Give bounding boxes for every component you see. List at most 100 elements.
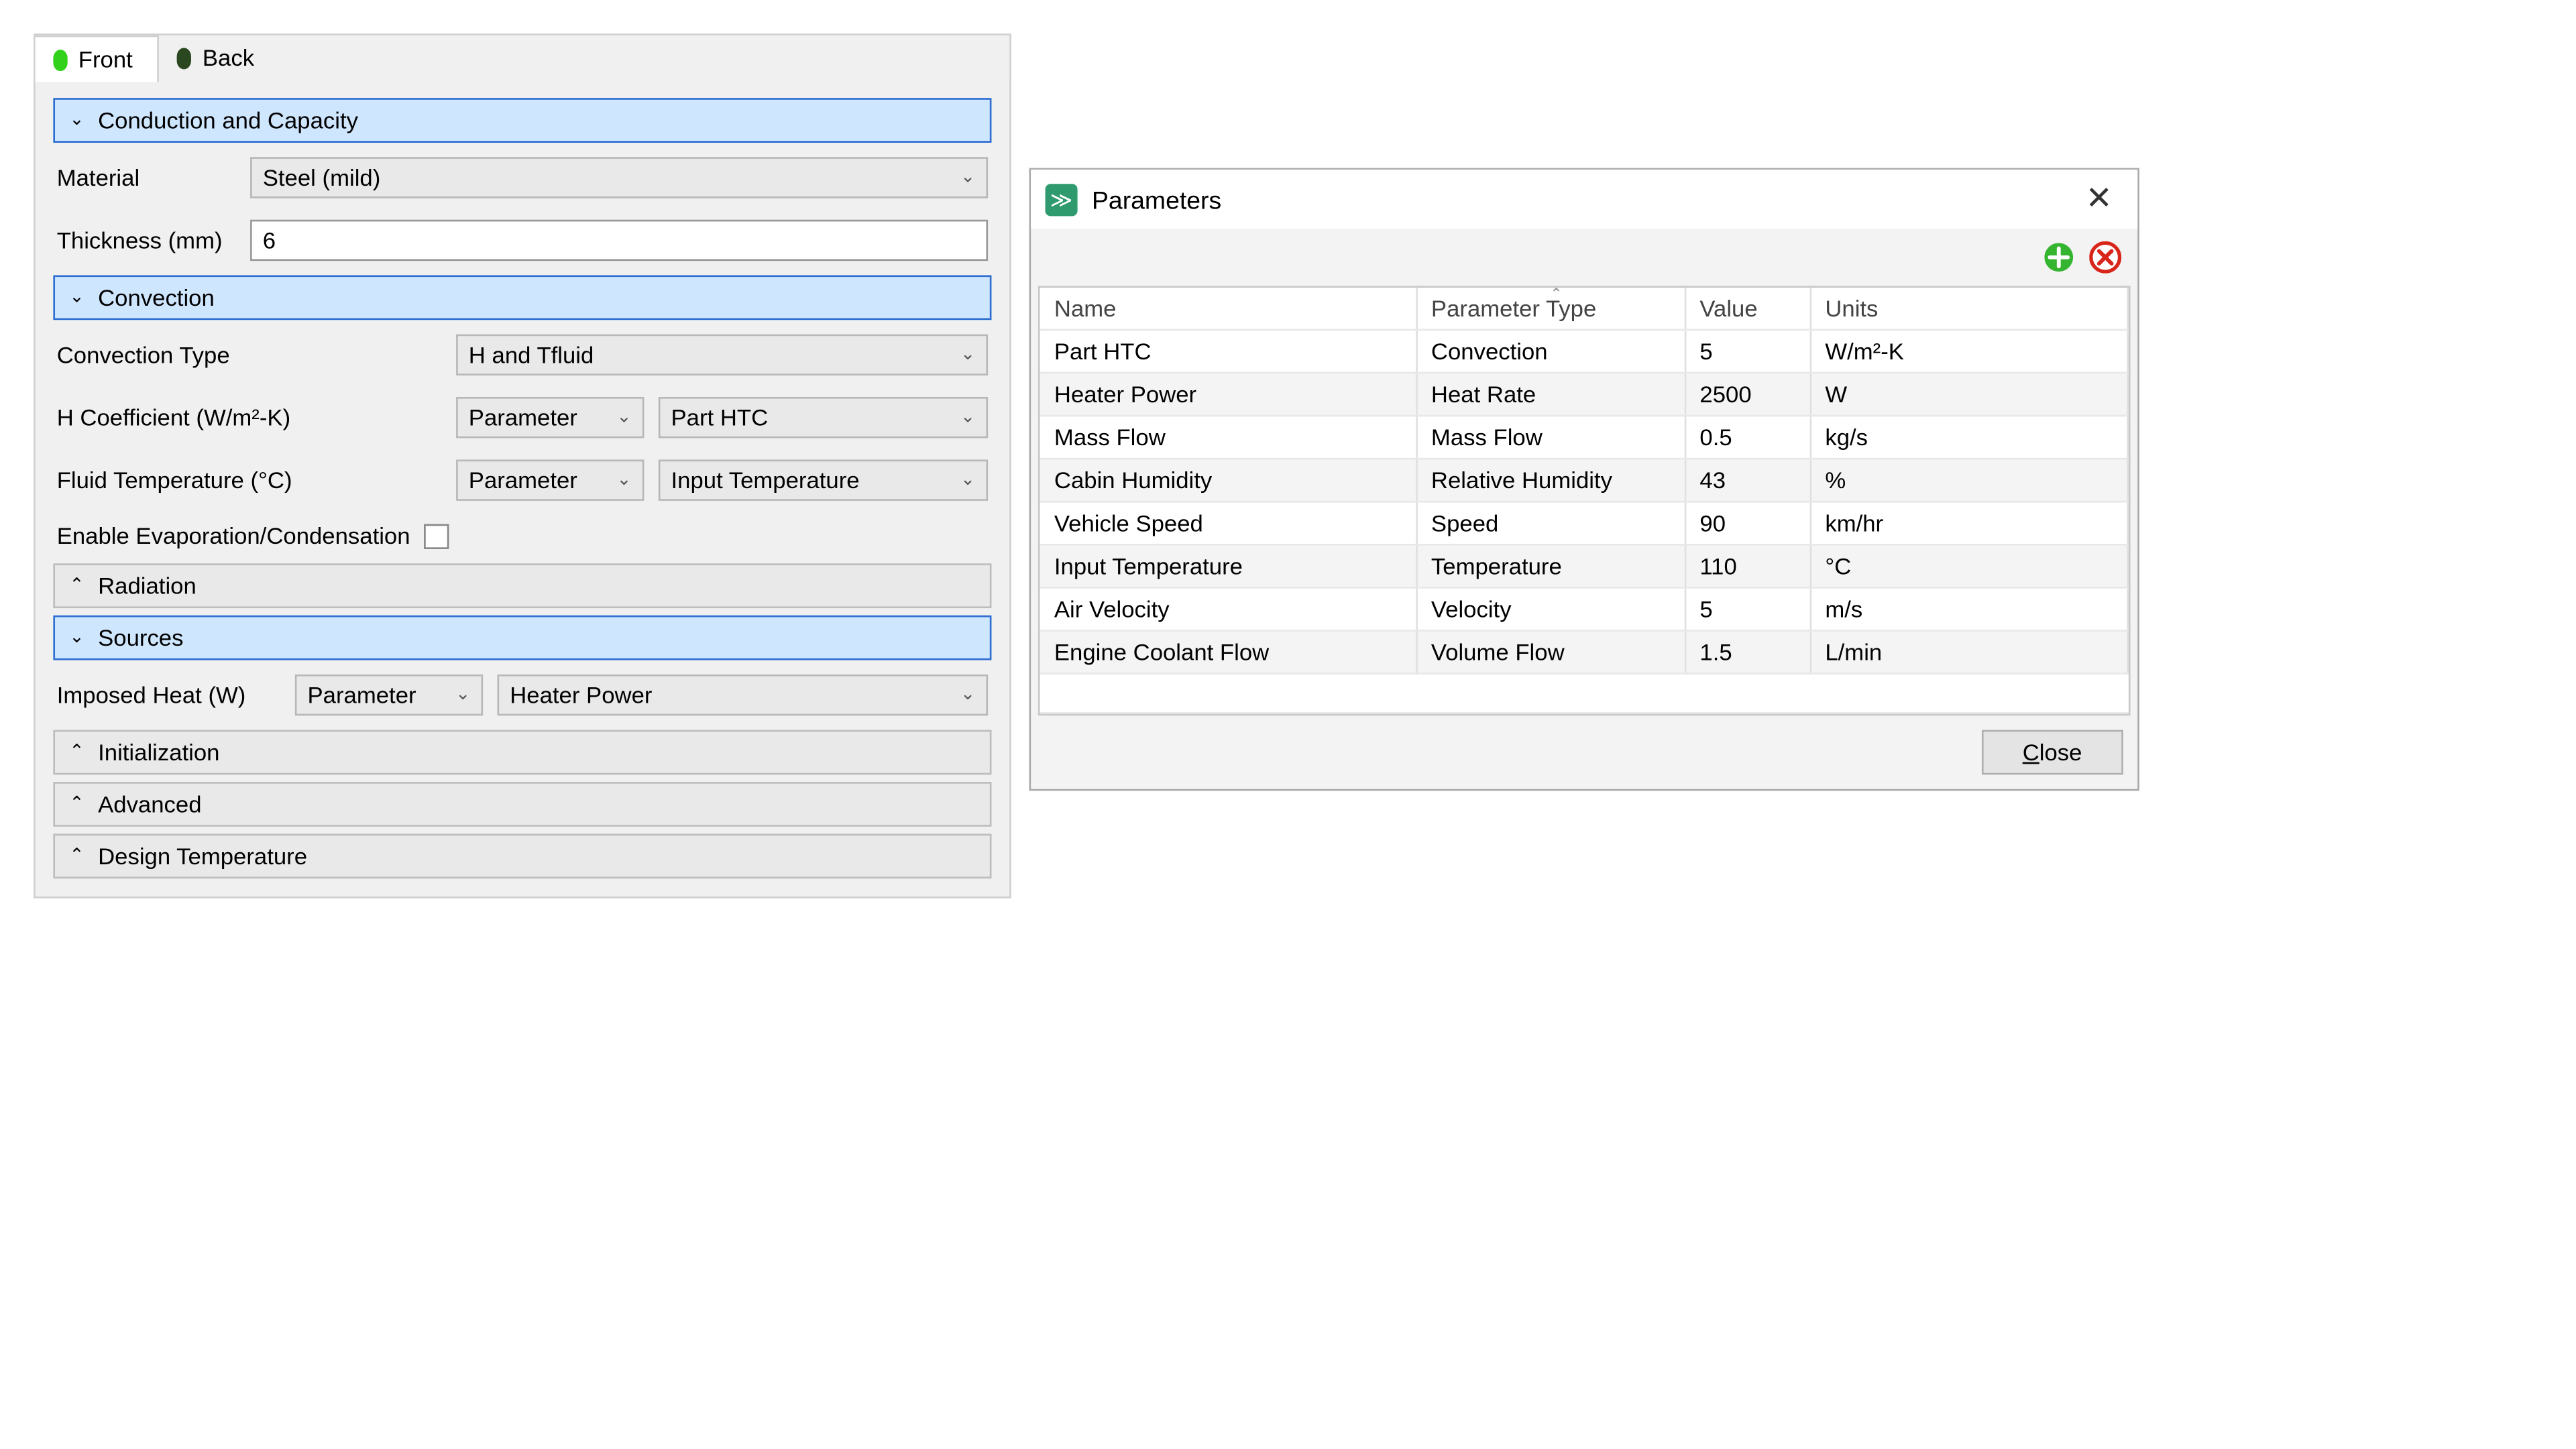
cell-value: 1.5	[1685, 630, 1810, 673]
section-header-advanced[interactable]: ⌃ Advanced	[53, 782, 991, 827]
table-row[interactable]: Cabin HumidityRelative Humidity43%	[1040, 459, 2128, 502]
cell-units: kg/s	[1810, 416, 2128, 459]
cell-name: Vehicle Speed	[1040, 502, 1416, 544]
imposed-heat-param-dropdown[interactable]: Heater Power ⌄	[498, 675, 989, 715]
chevron-up-icon: ⌃	[69, 576, 87, 595]
thickness-input[interactable]	[250, 220, 988, 261]
status-dot-icon	[178, 47, 192, 68]
close-button[interactable]: ✕	[2075, 180, 2123, 218]
chevron-down-icon: ⌄	[960, 345, 975, 365]
material-dropdown[interactable]: Steel (mild) ⌄	[250, 157, 988, 198]
table-row[interactable]: Vehicle SpeedSpeed90km/hr	[1040, 502, 2128, 544]
close-dialog-button[interactable]: Close	[1981, 730, 2123, 775]
chevron-up-icon: ⌃	[69, 742, 87, 762]
column-header-type[interactable]: ⌃Parameter Type	[1416, 288, 1685, 330]
cell-type: Speed	[1416, 502, 1685, 544]
sort-indicator-icon: ⌃	[1550, 286, 1562, 302]
material-label: Material	[57, 164, 236, 191]
chevron-down-icon: ⌄	[960, 408, 975, 427]
chevron-down-icon: ⌄	[616, 470, 631, 489]
table-row[interactable]: Heater PowerHeat Rate2500W	[1040, 373, 2128, 416]
cell-value: 2500	[1685, 373, 1810, 416]
chevron-up-icon: ⌃	[69, 795, 87, 814]
chevron-down-icon: ⌄	[69, 111, 87, 130]
cell-units: km/hr	[1810, 502, 2128, 544]
tab-front-label: Front	[78, 46, 133, 73]
section-header-initialization[interactable]: ⌃ Initialization	[53, 730, 991, 775]
properties-panel: Front Back ⌄ Conduction and Capacity Mat…	[34, 34, 1011, 899]
tab-front[interactable]: Front	[36, 36, 160, 82]
cell-name: Heater Power	[1040, 373, 1416, 416]
section-title: Conduction and Capacity	[98, 107, 358, 133]
cell-type: Convection	[1416, 330, 1685, 373]
column-header-value[interactable]: Value	[1685, 288, 1810, 330]
ftemp-kind-value: Parameter	[469, 467, 577, 494]
delete-parameter-button[interactable]	[2087, 239, 2123, 275]
convection-type-value: H and Tfluid	[469, 341, 594, 368]
cell-name: Air Velocity	[1040, 587, 1416, 630]
hcoef-param-dropdown[interactable]: Part HTC ⌄	[659, 397, 988, 438]
section-title: Advanced	[98, 791, 201, 817]
chevron-down-icon: ⌄	[69, 288, 87, 307]
hcoef-label: H Coefficient (W/m²-K)	[57, 404, 442, 431]
tab-back[interactable]: Back	[160, 36, 280, 80]
dialog-footer: Close	[1031, 715, 2137, 789]
delete-icon	[2089, 241, 2121, 274]
chevron-down-icon: ⌄	[616, 408, 631, 427]
table-row[interactable]: Mass FlowMass Flow0.5kg/s	[1040, 416, 2128, 459]
thickness-label: Thickness (mm)	[57, 227, 236, 253]
chevron-down-icon: ⌄	[960, 168, 975, 187]
cell-type: Volume Flow	[1416, 630, 1685, 673]
cell-name: Mass Flow	[1040, 416, 1416, 459]
cell-type: Heat Rate	[1416, 373, 1685, 416]
section-title: Convection	[98, 284, 215, 311]
section-header-radiation[interactable]: ⌃ Radiation	[53, 563, 991, 608]
cell-name: Engine Coolant Flow	[1040, 630, 1416, 673]
imposed-heat-kind-value: Parameter	[308, 682, 416, 709]
tabstrip: Front Back	[36, 36, 1009, 80]
chevron-down-icon: ⌄	[960, 685, 975, 705]
cell-units: m/s	[1810, 587, 2128, 630]
convection-type-label: Convection Type	[57, 341, 442, 368]
section-title: Design Temperature	[98, 843, 307, 870]
section-header-convection[interactable]: ⌄ Convection	[53, 275, 991, 320]
section-header-design-temperature[interactable]: ⌃ Design Temperature	[53, 833, 991, 878]
table-row[interactable]: Part HTCConvection5W/m²-K	[1040, 330, 2128, 373]
chevron-up-icon: ⌃	[69, 846, 87, 866]
imposed-heat-kind-dropdown[interactable]: Parameter ⌄	[295, 675, 483, 715]
ftemp-label: Fluid Temperature (°C)	[57, 467, 442, 494]
column-header-name[interactable]: Name	[1040, 288, 1416, 330]
hcoef-param-value: Part HTC	[671, 404, 769, 431]
section-header-conduction[interactable]: ⌄ Conduction and Capacity	[53, 98, 991, 143]
table-row[interactable]: Input TemperatureTemperature110°C	[1040, 544, 2128, 587]
hcoef-kind-value: Parameter	[469, 404, 577, 431]
cell-value: 0.5	[1685, 416, 1810, 459]
cell-type: Mass Flow	[1416, 416, 1685, 459]
table-row[interactable]: Engine Coolant FlowVolume Flow1.5L/min	[1040, 630, 2128, 673]
cell-units: W	[1810, 373, 2128, 416]
cell-value: 90	[1685, 502, 1810, 544]
table-row[interactable]: Air VelocityVelocity5m/s	[1040, 587, 2128, 630]
cell-name: Part HTC	[1040, 330, 1416, 373]
dialog-toolbar	[1031, 229, 2137, 286]
dialog-title: Parameters	[1092, 185, 2075, 214]
table-header-row: Name ⌃Parameter Type Value Units	[1040, 288, 2128, 330]
add-parameter-button[interactable]	[2041, 239, 2076, 275]
cell-units: %	[1810, 459, 2128, 502]
section-header-sources[interactable]: ⌄ Sources	[53, 616, 991, 660]
cell-type: Velocity	[1416, 587, 1685, 630]
cell-type: Relative Humidity	[1416, 459, 1685, 502]
parameters-table-wrap: Name ⌃Parameter Type Value Units Part HT…	[1038, 286, 2131, 715]
ftemp-kind-dropdown[interactable]: Parameter ⌄	[456, 459, 644, 500]
cell-value: 43	[1685, 459, 1810, 502]
hcoef-kind-dropdown[interactable]: Parameter ⌄	[456, 397, 644, 438]
cell-units: W/m²-K	[1810, 330, 2128, 373]
ftemp-param-dropdown[interactable]: Input Temperature ⌄	[659, 459, 988, 500]
evap-checkbox[interactable]	[425, 523, 449, 548]
tab-back-label: Back	[203, 44, 254, 71]
column-header-units[interactable]: Units	[1810, 288, 2128, 330]
panel-body: ⌄ Conduction and Capacity Material Steel…	[36, 80, 1009, 896]
evap-label: Enable Evaporation/Condensation	[57, 522, 410, 549]
imposed-heat-label: Imposed Heat (W)	[57, 682, 281, 709]
convection-type-dropdown[interactable]: H and Tfluid ⌄	[456, 335, 988, 375]
